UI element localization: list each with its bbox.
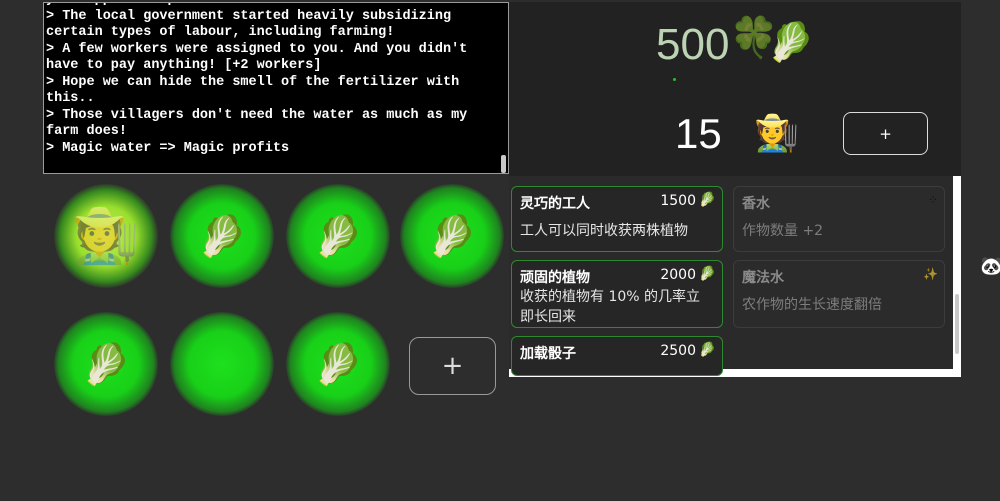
lettuce-icon: 🥬 (197, 213, 247, 260)
upgrade-description: 农作物的生长速度翻倍 (742, 297, 882, 313)
field-plot[interactable]: 🥬 (170, 184, 274, 288)
event-log: your opponents policies. > The local gov… (43, 2, 509, 174)
lettuce-icon: 🥬 (313, 213, 363, 260)
upgrade-name: 顽固的植物 (520, 270, 590, 286)
farmer-icon: 🧑‍🌾 (754, 113, 799, 154)
field-plot-empty[interactable] (170, 312, 274, 416)
upgrade-name: 灵巧的工人 (520, 196, 590, 212)
lettuce-icon: 🥬 (313, 341, 363, 388)
upgrade-description: 工人可以同时收获两株植物 (520, 223, 688, 239)
event-log-text: your opponents policies. > The local gov… (46, 3, 468, 156)
sparkle-icon: ✨ (923, 267, 938, 281)
upgrade-price: 2500 (660, 343, 696, 359)
lettuce-icon: 🥬 (698, 266, 716, 282)
upgrade-description: 作物数量 +2 (742, 223, 824, 239)
log-scrollbar[interactable] (501, 155, 506, 173)
locked-dots-icon: ⁘ (927, 193, 938, 207)
lettuce-icon: 🥬 (698, 192, 716, 208)
lettuce-icon: 🥬 (427, 213, 477, 260)
stats-panel: 500 🍀 🥬 15 🧑‍🌾 + (509, 2, 961, 176)
field-plot[interactable]: 🥬 (286, 184, 390, 288)
upgrade-card-dexterous-workers[interactable]: 灵巧的工人 1500 🥬 工人可以同时收获两株植物 (511, 186, 723, 252)
add-worker-button[interactable]: + (843, 112, 928, 155)
upgrade-price: 1500 (660, 193, 696, 209)
workers-count: 15 (675, 110, 722, 157)
add-plot-button[interactable]: + (409, 337, 496, 395)
upgrade-name: 魔法水 (742, 270, 784, 286)
upgrades-panel: 灵巧的工人 1500 🥬 工人可以同时收获两株植物 香水 ⁘ 作物数量 +2 顽… (509, 176, 961, 377)
status-dot (673, 78, 676, 81)
panda-icon[interactable]: 🐼 (980, 256, 1000, 277)
upgrade-card-loaded-dice[interactable]: 加载骰子 2500 🥬 (511, 336, 723, 376)
lettuce-icon: 🥬 (81, 341, 131, 388)
field-plot[interactable]: 🥬 (400, 184, 504, 288)
upgrade-card-stubborn-plants[interactable]: 顽固的植物 2000 🥬 收获的植物有 10% 的几率立即长回来 (511, 260, 723, 328)
lettuce-icon: 🥬 (767, 20, 815, 64)
upgrade-card-magic-water: 魔法水 ✨ 农作物的生长速度翻倍 (733, 260, 945, 328)
field-plot[interactable]: 🥬 (286, 312, 390, 416)
upgrades-scrollbar[interactable] (955, 294, 959, 354)
upgrade-card-perfume: 香水 ⁘ 作物数量 +2 (733, 186, 945, 252)
upgrade-name: 加载骰子 (520, 346, 576, 362)
upgrades-list: 灵巧的工人 1500 🥬 工人可以同时收获两株植物 香水 ⁘ 作物数量 +2 顽… (509, 176, 953, 376)
upgrade-price: 2000 (660, 267, 696, 283)
lettuce-icon: 🥬 (698, 342, 716, 358)
field-plot-farmer[interactable]: 🧑‍🌾 (54, 184, 158, 288)
upgrade-name: 香水 (742, 196, 770, 212)
money-value: 500 (656, 20, 730, 69)
farmer-icon: 🧑‍🌾 (72, 204, 140, 267)
field-plot[interactable]: 🥬 (54, 312, 158, 416)
upgrade-description: 收获的植物有 10% 的几率立即长回来 (520, 289, 701, 325)
